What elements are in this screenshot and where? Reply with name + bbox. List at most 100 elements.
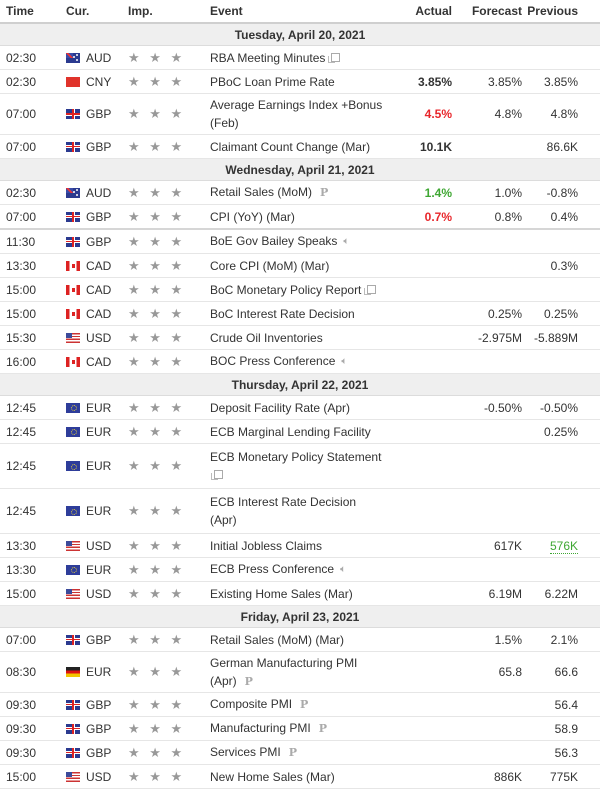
event-importance-cell: ★ ★ ★	[128, 325, 210, 350]
importance-stars-icon: ★ ★ ★	[128, 631, 186, 647]
flag-eur-icon	[66, 402, 80, 413]
event-name[interactable]: ECB Interest Rate Decision (Apr)	[210, 495, 356, 527]
event-row[interactable]: 13:30 USD ★ ★ ★ Initial Jobless Claims 617K 5…	[0, 533, 600, 558]
event-name-cell: BOC Press Conference 🔈︎	[210, 349, 388, 374]
event-name-cell: ECB Interest Rate Decision (Apr)	[210, 488, 388, 534]
event-name[interactable]: BoC Interest Rate Decision	[210, 307, 355, 321]
event-row[interactable]: 15:30 USD ★ ★ ★ Crude Oil Inventories -2.975…	[0, 325, 600, 350]
speaker-icon[interactable]: 🔈︎	[341, 353, 347, 371]
event-name[interactable]: Manufacturing PMI	[210, 721, 311, 735]
event-name[interactable]: PBoC Loan Prime Rate	[210, 75, 335, 89]
event-forecast	[452, 716, 522, 741]
previous-value: 4.8%	[550, 107, 578, 121]
event-importance-cell: ★ ★ ★	[128, 253, 210, 278]
event-row[interactable]: 07:00 GBP ★ ★ ★ Average Earnings Index +Bon…	[0, 93, 600, 135]
event-importance-cell: ★ ★ ★	[128, 204, 210, 230]
event-row[interactable]: 02:30 AUD ★ ★ ★ Retail Sales (MoM) P 1.4% 1.0%…	[0, 180, 600, 205]
event-row[interactable]: 16:00 CAD ★ ★ ★ BOC Press Conference 🔈︎	[0, 349, 600, 374]
event-row[interactable]: 07:00 GBP ★ ★ ★ Retail Sales (MoM) (Mar) 1.5…	[0, 627, 600, 652]
event-name[interactable]: Existing Home Sales (Mar)	[210, 587, 353, 601]
event-row[interactable]: 13:30 CAD ★ ★ ★ Core CPI (MoM) (Mar) 0.3%	[0, 253, 600, 278]
flag-usd-icon	[66, 771, 80, 782]
event-name[interactable]: Services PMI	[210, 745, 281, 759]
event-previous	[522, 557, 600, 582]
event-row[interactable]: 12:45 EUR ★ ★ ★ ECB Marginal Lending Facili…	[0, 419, 600, 444]
event-actual	[388, 443, 452, 489]
event-name[interactable]: ECB Press Conference	[210, 562, 334, 576]
currency: CAD	[66, 283, 128, 297]
event-row[interactable]: 07:00 GBP ★ ★ ★ Claimant Count Change (Mar)…	[0, 134, 600, 159]
event-row[interactable]: 07:00 GBP ★ ★ ★ CPI (YoY) (Mar) 0.7% 0.8% 0.4%	[0, 204, 600, 230]
importance-stars-icon: ★ ★ ★	[128, 399, 186, 415]
event-name[interactable]: Retail Sales (MoM)	[210, 185, 312, 199]
previous-value: 0.25%	[543, 306, 578, 321]
event-name[interactable]: Claimant Count Change (Mar)	[210, 140, 370, 154]
currency: EUR	[66, 665, 128, 679]
header-importance[interactable]: Imp.	[128, 0, 210, 24]
event-row[interactable]: 15:00 CAD ★ ★ ★ BoC Interest Rate Decision 0…	[0, 301, 600, 326]
event-row[interactable]: 09:30 GBP ★ ★ ★ Composite PMI P 56.4	[0, 692, 600, 717]
event-row[interactable]: 12:45 EUR ★ ★ ★ ECB Interest Rate Decision …	[0, 488, 600, 534]
document-icon[interactable]	[364, 284, 377, 295]
event-name[interactable]: BoE Gov Bailey Speaks	[210, 234, 337, 248]
event-name[interactable]: ECB Marginal Lending Facility	[210, 425, 371, 439]
currency-code: GBP	[86, 697, 112, 712]
event-row[interactable]: 15:00 USD ★ ★ ★ Existing Home Sales (Mar) 6.…	[0, 581, 600, 606]
previous-value[interactable]: 576K	[549, 538, 578, 554]
previous-value: 2.1%	[550, 632, 578, 647]
event-currency-cell: USD	[66, 581, 128, 606]
flag-gbp-icon	[66, 236, 80, 247]
event-row[interactable]: 08:30 EUR ★ ★ ★ German Manufacturing PMI (A…	[0, 651, 600, 693]
event-row[interactable]: 11:30 GBP ★ ★ ★ BoE Gov Bailey Speaks 🔈︎	[0, 229, 600, 254]
event-actual: 0.7%	[388, 204, 452, 230]
header-time[interactable]: Time	[0, 0, 66, 24]
speaker-icon[interactable]: 🔈︎	[340, 561, 346, 579]
event-row[interactable]: 09:30 GBP ★ ★ ★ Manufacturing PMI P 58.9	[0, 716, 600, 741]
currency-code: EUR	[86, 665, 112, 679]
event-importance-cell: ★ ★ ★	[128, 229, 210, 254]
header-event[interactable]: Event	[210, 0, 388, 24]
event-row[interactable]: 12:45 EUR ★ ★ ★ Deposit Facility Rate (Apr)…	[0, 395, 600, 420]
preliminary-p-icon: P	[320, 186, 329, 199]
previous-value: 58.9	[554, 721, 578, 736]
event-name[interactable]: BOC Press Conference	[210, 354, 335, 368]
event-previous: 4.8%	[522, 93, 600, 135]
importance-stars-icon: ★ ★ ★	[128, 281, 186, 297]
speaker-icon[interactable]: 🔈︎	[343, 233, 349, 251]
previous-value: 6.22M	[544, 586, 578, 601]
forecast-value: 886K	[493, 769, 522, 784]
header-forecast[interactable]: Forecast	[452, 0, 522, 24]
event-previous: 66.6	[522, 651, 600, 693]
event-name[interactable]: Average Earnings Index +Bonus (Feb)	[210, 98, 382, 130]
event-row[interactable]: 09:30 GBP ★ ★ ★ Services PMI P 56.3	[0, 740, 600, 765]
event-name[interactable]: Deposit Facility Rate (Apr)	[210, 401, 350, 415]
event-name[interactable]: BoC Monetary Policy Report	[210, 283, 361, 297]
event-row[interactable]: 02:30 AUD ★ ★ ★ RBA Meeting Minutes	[0, 45, 600, 70]
event-row[interactable]: 15:00 CAD ★ ★ ★ BoC Monetary Policy Report	[0, 277, 600, 302]
event-name[interactable]: RBA Meeting Minutes	[210, 51, 325, 65]
event-name[interactable]: Initial Jobless Claims	[210, 539, 322, 553]
event-row[interactable]: 15:00 USD ★ ★ ★ New Home Sales (Mar) 886K 775…	[0, 764, 600, 789]
event-name[interactable]: Composite PMI	[210, 697, 292, 711]
currency-code: CAD	[86, 306, 112, 321]
event-name[interactable]: ECB Monetary Policy Statement	[210, 450, 381, 464]
event-name[interactable]: German Manufacturing PMI (Apr)	[210, 656, 357, 688]
event-row[interactable]: 02:30 CNY ★ ★ ★ PBoC Loan Prime Rate 3.85% 3.…	[0, 69, 600, 94]
event-row[interactable]: 13:30 EUR ★ ★ ★ ECB Press Conference 🔈︎	[0, 557, 600, 582]
event-actual	[388, 581, 452, 606]
document-icon[interactable]	[211, 470, 223, 481]
event-name[interactable]: CPI (YoY) (Mar)	[210, 210, 295, 224]
event-name-cell: New Home Sales (Mar)	[210, 764, 388, 789]
currency-code: GBP	[86, 234, 112, 249]
event-name[interactable]: New Home Sales (Mar)	[210, 770, 335, 784]
header-actual[interactable]: Actual	[388, 0, 452, 24]
event-name[interactable]: Retail Sales (MoM) (Mar)	[210, 633, 344, 647]
document-icon[interactable]	[328, 52, 341, 63]
header-currency[interactable]: Cur.	[66, 0, 128, 24]
event-name[interactable]: Core CPI (MoM) (Mar)	[210, 259, 329, 273]
event-actual	[388, 45, 452, 70]
flag-eur-icon	[66, 461, 80, 471]
event-name[interactable]: Crude Oil Inventories	[210, 331, 323, 345]
event-row[interactable]: 12:45 EUR ★ ★ ★ ECB Monetary Policy Stateme…	[0, 443, 600, 489]
header-previous[interactable]: Previous	[522, 0, 600, 24]
